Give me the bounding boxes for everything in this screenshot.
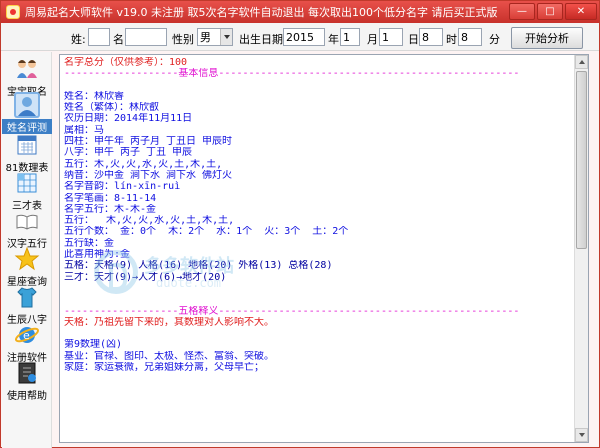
help-icon [14,360,40,386]
result-line: 基业：官禄、图印、太极、怪杰、富翁、突破。 [64,350,274,362]
sidebar-item-81-numerology[interactable]: 81数理表 [2,132,52,174]
result-line: 天格：乃祖先留下来的，其数理对人影响不大。 [64,316,274,328]
result-line: 名字音韵：lín-xīn-ruì [64,181,181,193]
result-line: 属相：马 [64,124,104,136]
month-input[interactable]: 1 [340,28,360,46]
sidebar-item-zodiac-query[interactable]: 星座查询 [2,246,52,288]
result-line: 名字总分（仅供参考）：100 [64,57,188,68]
sidebar: 宝宝取名 姓名评测 81数理表 [2,52,52,448]
minute-unit: 分 [489,33,500,46]
year-input[interactable]: 2015 [283,28,325,46]
star-icon [14,246,40,272]
sidebar-item-register[interactable]: e 注册软件 [2,322,52,364]
surname-label: 姓: [71,33,86,46]
result-line: 姓名（繁体）：林欣叡 [64,102,159,114]
result-line [64,328,572,339]
scroll-thumb[interactable] [576,71,587,249]
sidebar-item-three-talents[interactable]: 三才表 [2,170,52,212]
analyze-button[interactable]: 开始分析 [511,27,583,49]
app-logo-icon [6,5,20,19]
sidebar-item-birth-eight-characters[interactable]: 生辰八字 [2,284,52,326]
result-line: 此喜用神为:金 [64,249,131,261]
maximize-button[interactable]: □ [537,3,563,20]
result-line [64,294,572,305]
result-line: -------------------五格释义-----------------… [64,305,520,317]
day-unit: 日 [408,33,419,46]
surname-input[interactable] [88,28,110,46]
avatar-icon [14,92,40,118]
result-line: 五行个数： 金：0个 木：2个 水：1个 火：3个 土：2个 [64,226,349,238]
svg-text:e: e [23,329,30,342]
calendar-icon [14,132,40,158]
hour-unit: 时 [446,33,457,46]
shirt-icon [14,284,40,310]
sidebar-item-name-evaluation[interactable]: 姓名评测 [2,92,52,134]
result-line: 姓名：林欣睿 [64,90,124,102]
result-line: 纳音：沙中金 涧下水 涧下水 佛灯火 [64,169,233,181]
vertical-scrollbar[interactable] [574,55,588,442]
grid-icon [14,170,40,196]
result-line: 三才：天才(9)→人才(6)→地才(20) [64,271,227,283]
window-title: 周易起名大师软件 v19.0 未注册 取5次名字软件自动退出 每次取出100个低… [25,6,498,19]
result-line [64,283,572,294]
result-line: 五行：木,火,火,水,火,土,木,土, [64,158,223,170]
result-text-area[interactable]: 名字总分（仅供参考）：100 -------------------基本信息---… [59,54,589,443]
sidebar-item-character-elements[interactable]: 汉字五行 [2,208,52,250]
hour-input[interactable]: 8 [419,28,443,46]
result-line: 名字笔画：8-11-14 [64,192,157,204]
input-toolbar: 姓: 名 性别 男 出生日期: 2015 年 1 月 1 日 8 时 8 分 开… [1,23,599,51]
result-line: 名字五行：木-木-金 [64,203,157,215]
gender-label: 性别 [172,33,194,46]
close-button[interactable]: ✕ [565,3,597,20]
minimize-button[interactable]: — [509,3,535,20]
result-line: 五行： 木,火,火,水,火,土,木,土, [64,215,235,227]
scroll-up-button[interactable] [575,55,588,69]
name-input[interactable] [125,28,167,46]
gender-select[interactable]: 男 [197,28,233,46]
gender-value: 男 [200,31,211,44]
result-line: 四柱：甲午年 丙子月 丁丑日 甲辰时 [64,136,233,148]
minute-input[interactable]: 8 [458,28,482,46]
result-line: 五行缺：金 [64,237,114,249]
year-unit: 年 [328,33,339,46]
result-lines: 名字总分（仅供参考）：100 -------------------基本信息---… [64,57,572,373]
chevron-down-icon[interactable] [220,29,232,45]
month-unit: 月 [367,33,378,46]
name-label: 名 [113,33,124,46]
result-line: 家庭：家运衰微，兄弟姐妹分离，父母早亡； [64,362,264,374]
title-bar[interactable]: 周易起名大师软件 v19.0 未注册 取5次名字软件自动退出 每次取出100个低… [1,1,599,23]
result-line: -------------------基本信息-----------------… [64,68,520,80]
internet-icon: e [14,322,40,348]
book-icon [14,208,40,234]
window-controls: — □ ✕ [509,3,597,20]
result-line: 农历日期：2014年11月11日 [64,113,193,125]
result-line: 五格：天格(9) 人格(16) 地格(20) 外格(13) 总格(28) [64,260,333,272]
result-line [64,80,572,91]
result-line: 八字：甲午 丙子 丁丑 甲辰 [64,147,193,159]
day-input[interactable]: 1 [379,28,403,46]
scroll-down-button[interactable] [575,428,588,442]
app-window: 周易起名大师软件 v19.0 未注册 取5次名字软件自动退出 每次取出100个低… [0,0,600,448]
birth-date-label: 出生日期: [239,33,287,46]
result-line: 第9数理(凶) [64,339,123,351]
sidebar-item-help[interactable]: 使用帮助 [2,360,52,402]
sidebar-item-label: 使用帮助 [7,391,47,402]
family-icon [14,56,40,82]
